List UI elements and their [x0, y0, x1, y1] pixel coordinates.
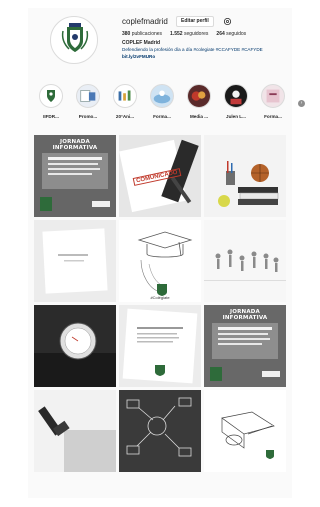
highlight-label: Forma...: [264, 114, 282, 119]
highlight-label: Forma...: [153, 114, 171, 119]
crest-logo-icon: [61, 23, 89, 52]
story-highlights: IIFDR... Promo... 20°Ani... Forma... Med…: [32, 84, 288, 124]
post-title: JORNADA INFORMATIVA: [52, 139, 98, 151]
edit-profile-button[interactable]: Editar perfil: [176, 16, 214, 27]
crest-icon: [39, 84, 63, 108]
bio-name: COPLEF Madrid: [122, 40, 161, 46]
post-thumbnail[interactable]: [204, 135, 286, 217]
highlight-item[interactable]: IIFDR...: [34, 84, 68, 119]
profile-header: coplefmadrid Editar perfil 380 publicaci…: [28, 8, 292, 72]
post-thumbnail[interactable]: COMUNICADO: [119, 135, 201, 217]
following-count[interactable]: 264 seguidos: [216, 31, 246, 37]
post-thumbnail[interactable]: JORNADA INFORMATIVA: [204, 305, 286, 387]
post-thumbnail[interactable]: #Colégiate: [119, 220, 201, 302]
promo-icon: [76, 84, 100, 108]
anniversary-icon: [113, 84, 137, 108]
followers-count[interactable]: 1.552 seguidores: [170, 31, 208, 37]
highlight-label: Julen L...: [226, 114, 246, 119]
post-thumbnail[interactable]: [119, 305, 201, 387]
profile-page: coplefmadrid Editar perfil 380 publicaci…: [28, 8, 292, 498]
post-thumbnail[interactable]: [119, 390, 201, 472]
profile-username: coplefmadrid: [122, 17, 168, 26]
highlight-label: IIFDR...: [43, 114, 59, 119]
highlight-item[interactable]: Media ...: [182, 84, 216, 119]
chevron-right-icon[interactable]: ›: [298, 100, 305, 107]
highlight-item[interactable]: Forma...: [145, 84, 179, 119]
highlight-label: Media ...: [189, 114, 209, 119]
profile-stats: 380 publicaciones 1.552 seguidores 264 s…: [122, 31, 246, 37]
formacion-icon: [150, 84, 174, 108]
highlight-item[interactable]: 20°Ani...: [108, 84, 142, 119]
highlight-label: Promo...: [78, 114, 98, 119]
highlight-item[interactable]: Julen L...: [219, 84, 253, 119]
posts-count: 380 publicaciones: [122, 31, 163, 37]
highlight-label: 20°Ani...: [115, 114, 135, 119]
post-thumbnail[interactable]: [204, 390, 286, 472]
julen-icon: [224, 84, 248, 108]
post-caption: #Colégiate: [150, 295, 170, 300]
post-thumbnail[interactable]: [34, 305, 116, 387]
highlight-item[interactable]: Promo...: [71, 84, 105, 119]
gear-icon[interactable]: [223, 17, 232, 26]
highlight-item[interactable]: Forma...: [256, 84, 290, 119]
post-thumbnail[interactable]: [204, 220, 286, 302]
post-thumbnail[interactable]: JORNADA INFORMATIVA: [34, 135, 116, 217]
post-thumbnail[interactable]: [34, 390, 116, 472]
post-title: JORNADA INFORMATIVA: [222, 309, 268, 321]
post-thumbnail[interactable]: [34, 220, 116, 302]
media-icon: [187, 84, 211, 108]
bio-link[interactable]: bit.ly/2vFMURo: [122, 54, 155, 59]
forma-icon: [261, 84, 285, 108]
bio-text[interactable]: Defendiendo la profesión día a día #cole…: [122, 47, 263, 52]
avatar[interactable]: [50, 16, 98, 64]
